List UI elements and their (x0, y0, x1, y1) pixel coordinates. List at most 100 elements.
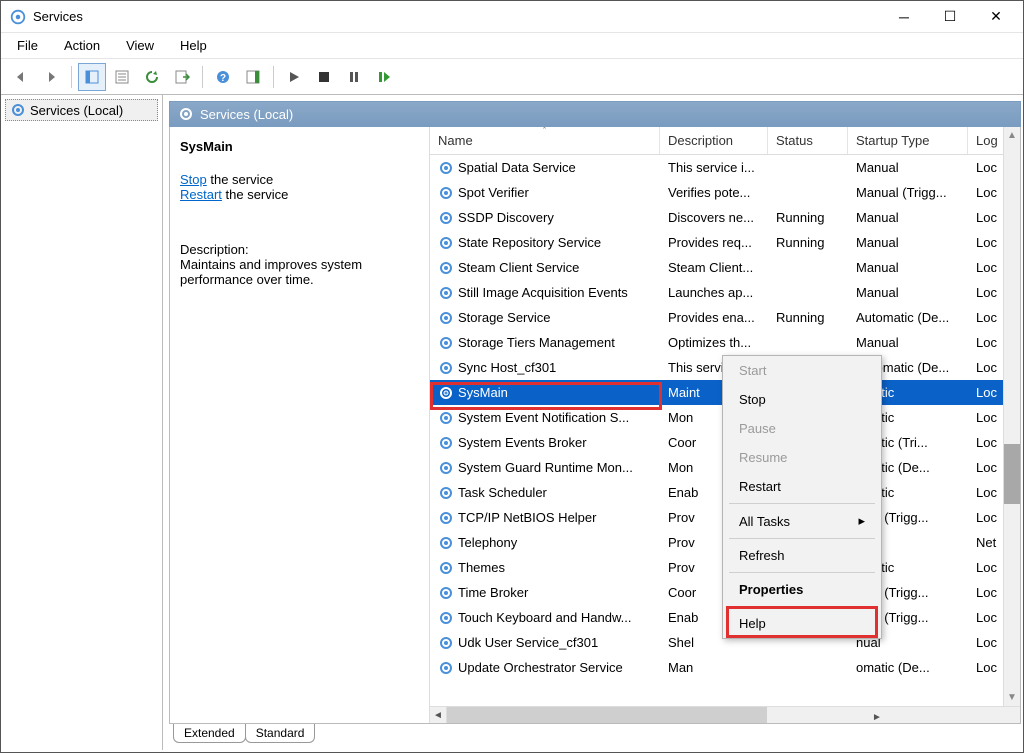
service-name-text: Update Orchestrator Service (458, 660, 623, 675)
service-logon-text: Loc (968, 335, 1006, 350)
panel-header-title: Services (Local) (200, 107, 293, 122)
right-pane: Services (Local) SysMain Stop the servic… (163, 95, 1023, 750)
view-tabs: Extended Standard (173, 724, 1021, 748)
cm-separator (729, 606, 875, 607)
console-tree: Services (Local) (1, 95, 163, 750)
hscroll-track[interactable] (447, 707, 729, 724)
service-logon-text: Loc (968, 410, 1006, 425)
menu-file[interactable]: File (9, 36, 46, 55)
tab-standard[interactable]: Standard (245, 724, 316, 743)
cm-separator (729, 503, 875, 504)
hscroll-left-arrow[interactable]: ◄ (430, 707, 447, 724)
vscroll-track[interactable] (1004, 144, 1020, 689)
service-logon-text: Loc (968, 360, 1006, 375)
sort-ascending-icon: ˆ (543, 127, 546, 136)
column-header-startup[interactable]: Startup Type (848, 127, 968, 154)
service-status-text: Running (768, 210, 848, 225)
cm-separator (729, 572, 875, 573)
toolbar: ? (1, 59, 1023, 95)
vertical-scrollbar[interactable]: ▲ ▼ (1003, 127, 1020, 706)
pause-service-button[interactable] (340, 63, 368, 91)
gear-icon (438, 260, 454, 276)
gear-icon (438, 185, 454, 201)
cm-stop[interactable]: Stop (723, 385, 881, 414)
service-row[interactable]: Storage ServiceProvides ena...RunningAut… (430, 305, 1020, 330)
service-row[interactable]: State Repository ServiceProvides req...R… (430, 230, 1020, 255)
show-hide-console-tree-button[interactable] (78, 63, 106, 91)
vscroll-thumb[interactable] (1004, 444, 1020, 504)
tab-extended[interactable]: Extended (173, 724, 246, 743)
service-name-text: Time Broker (458, 585, 528, 600)
gear-icon (438, 335, 454, 351)
service-name-text: Storage Tiers Management (458, 335, 615, 350)
service-row[interactable]: Still Image Acquisition EventsLaunches a… (430, 280, 1020, 305)
service-desc-text: Verifies pote... (660, 185, 768, 200)
vscroll-up-arrow[interactable]: ▲ (1004, 127, 1020, 144)
cm-help[interactable]: Help (723, 609, 881, 638)
service-row[interactable]: SSDP DiscoveryDiscovers ne...RunningManu… (430, 205, 1020, 230)
close-button[interactable]: ✕ (973, 2, 1019, 32)
restart-service-line: Restart the service (180, 187, 419, 202)
show-hide-action-pane-button[interactable] (239, 63, 267, 91)
service-desc-text: Steam Client... (660, 260, 768, 275)
export-list-button[interactable] (168, 63, 196, 91)
service-status-text: Running (768, 310, 848, 325)
cm-properties[interactable]: Properties (723, 575, 881, 604)
gear-icon (438, 410, 454, 426)
service-row[interactable]: Spatial Data ServiceThis service i...Man… (430, 155, 1020, 180)
main-area: Services (Local) Services (Local) SysMai… (1, 95, 1023, 750)
play-button[interactable] (280, 63, 308, 91)
service-name-text: System Guard Runtime Mon... (458, 460, 633, 475)
horizontal-scrollbar[interactable]: ◄ ► (430, 706, 1020, 723)
column-header-description[interactable]: Description (660, 127, 768, 154)
service-row[interactable]: Spot VerifierVerifies pote...Manual (Tri… (430, 180, 1020, 205)
properties-toolbar-button[interactable] (108, 63, 136, 91)
hscroll-thumb[interactable] (447, 707, 767, 724)
description-label: Description: (180, 242, 419, 257)
service-logon-text: Loc (968, 510, 1006, 525)
detail-pane: SysMain Stop the service Restart the ser… (170, 127, 430, 723)
maximize-button[interactable]: ☐ (927, 2, 973, 32)
service-logon-text: Loc (968, 185, 1006, 200)
column-header-status[interactable]: Status (768, 127, 848, 154)
service-startup-text: Manual (848, 285, 968, 300)
stop-service-button[interactable] (310, 63, 338, 91)
column-header-logon[interactable]: Log (968, 127, 1006, 154)
service-desc-text: Provides ena... (660, 310, 768, 325)
menu-action[interactable]: Action (56, 36, 108, 55)
back-button[interactable] (7, 63, 35, 91)
refresh-toolbar-button[interactable] (138, 63, 166, 91)
gear-icon (438, 660, 454, 676)
service-row[interactable]: Storage Tiers ManagementOptimizes th...M… (430, 330, 1020, 355)
forward-button[interactable] (37, 63, 65, 91)
cm-refresh[interactable]: Refresh (723, 541, 881, 570)
service-row[interactable]: Update Orchestrator ServiceManomatic (De… (430, 655, 1020, 680)
service-logon-text: Loc (968, 210, 1006, 225)
service-name-text: SSDP Discovery (458, 210, 554, 225)
stop-service-link[interactable]: Stop (180, 172, 207, 187)
service-row[interactable]: Steam Client ServiceSteam Client...Manua… (430, 255, 1020, 280)
service-logon-text: Loc (968, 485, 1006, 500)
service-startup-text: Manual (848, 160, 968, 175)
service-name-text: Spot Verifier (458, 185, 529, 200)
tree-item-services-local[interactable]: Services (Local) (5, 99, 158, 121)
hscroll-right-arrow[interactable]: ► (729, 707, 1020, 724)
menu-view[interactable]: View (118, 36, 162, 55)
restart-service-link[interactable]: Restart (180, 187, 222, 202)
help-toolbar-button[interactable]: ? (209, 63, 237, 91)
services-app-icon (9, 8, 27, 26)
service-startup-text: omatic (De... (848, 660, 968, 675)
minimize-button[interactable]: ─ (881, 2, 927, 32)
vscroll-down-arrow[interactable]: ▼ (1004, 689, 1020, 706)
service-desc-text: This service i... (660, 160, 768, 175)
restart-service-button[interactable] (370, 63, 398, 91)
gear-icon (438, 485, 454, 501)
menu-help[interactable]: Help (172, 36, 215, 55)
tree-item-label: Services (Local) (30, 103, 123, 118)
service-name-text: Still Image Acquisition Events (458, 285, 628, 300)
cm-restart[interactable]: Restart (723, 472, 881, 501)
cm-all-tasks[interactable]: All Tasks▸ (723, 506, 881, 536)
column-header-name[interactable]: ˆName (430, 127, 660, 154)
service-logon-text: Loc (968, 610, 1006, 625)
service-logon-text: Loc (968, 635, 1006, 650)
